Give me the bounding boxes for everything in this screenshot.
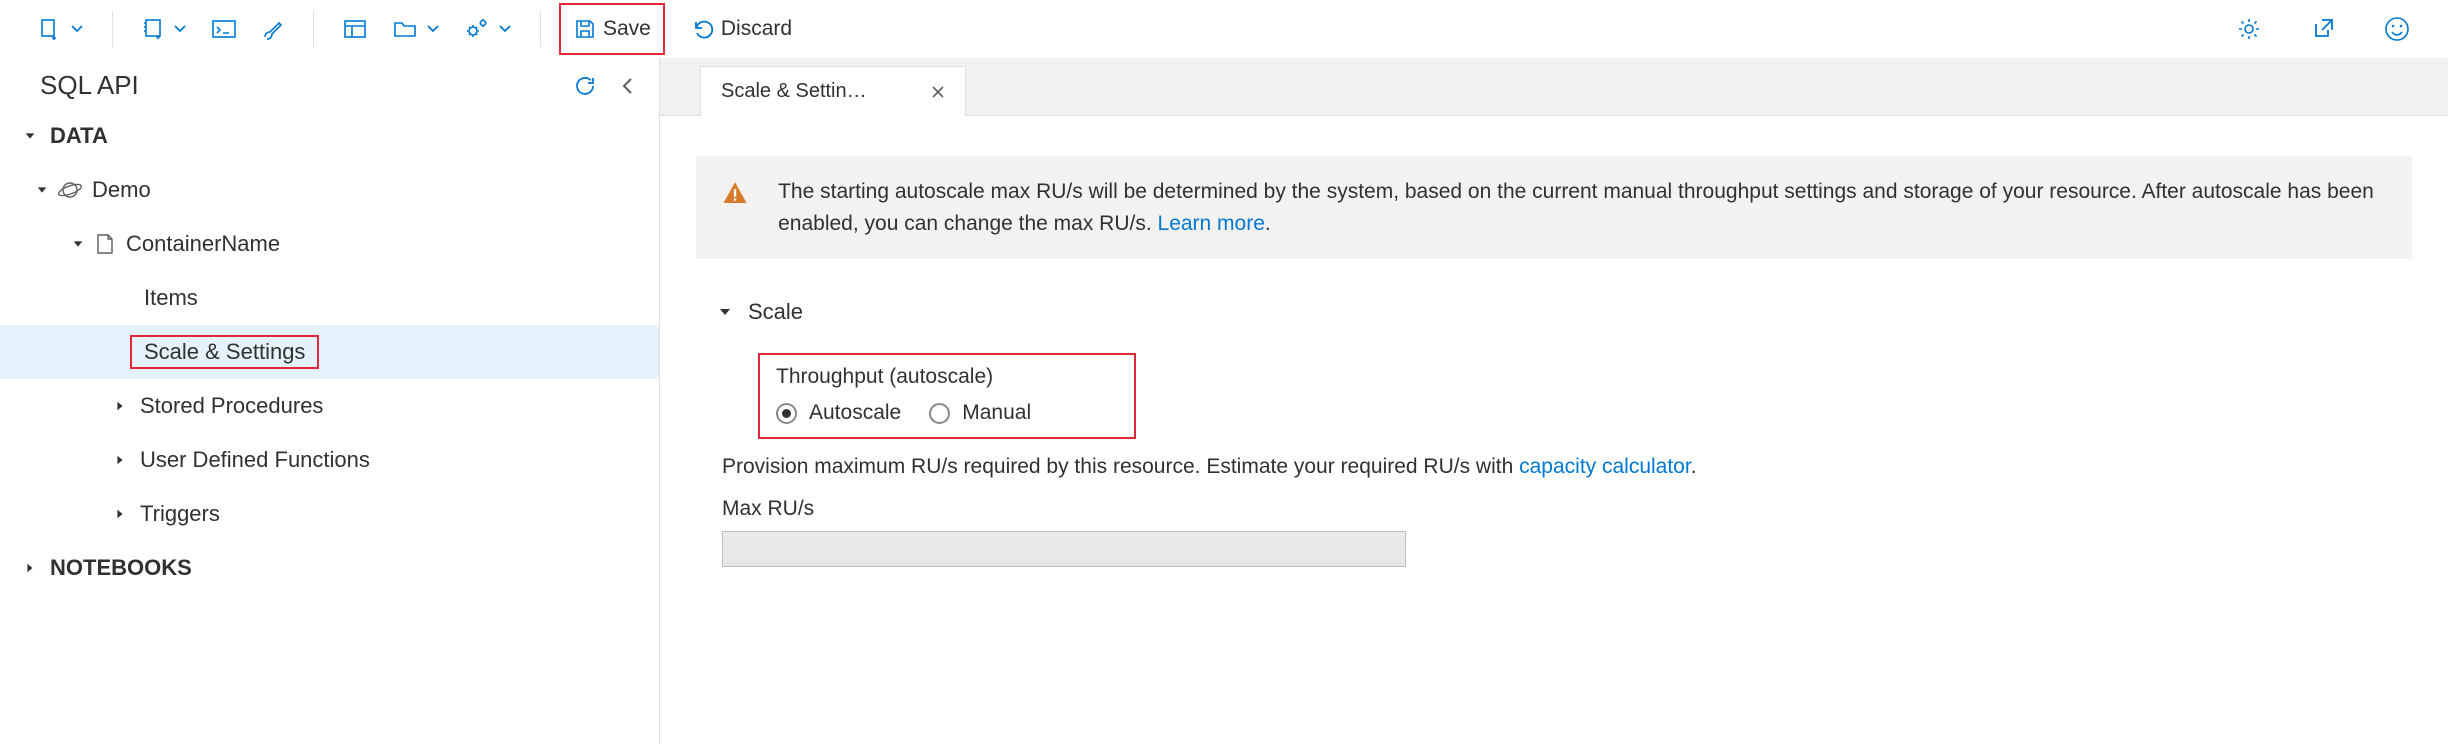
sidebar-title: SQL API (40, 70, 139, 101)
node-label: Demo (92, 177, 151, 203)
open-external-button[interactable] (2300, 9, 2346, 49)
undo-icon (691, 17, 715, 41)
leaf-label: Triggers (140, 501, 220, 527)
console-icon (211, 17, 237, 41)
close-icon (931, 85, 945, 99)
console-button[interactable] (201, 9, 247, 49)
new-item-button[interactable] (28, 9, 94, 49)
toolbar-separator (112, 11, 113, 47)
node-label: ContainerName (126, 231, 280, 257)
settings-button[interactable] (2226, 9, 2272, 49)
layout-button[interactable] (332, 9, 378, 49)
layout-icon (342, 17, 368, 41)
caret-down-icon (72, 237, 84, 251)
radio-label: Manual (962, 401, 1031, 425)
toolbar-separator (540, 11, 541, 47)
sidebar-node-container[interactable]: ContainerName (0, 217, 659, 271)
leaf-label: User Defined Functions (140, 447, 370, 473)
tab-scale-settings[interactable]: Scale & Settin… (700, 66, 966, 116)
info-text: The starting autoscale max RU/s will be … (778, 176, 2386, 239)
provision-text-a: Provision maximum RU/s required by this … (722, 455, 1519, 478)
capacity-calculator-link[interactable]: capacity calculator (1519, 455, 1691, 478)
collapse-button[interactable] (619, 77, 637, 95)
notebook-add-button[interactable] (131, 9, 197, 49)
external-icon (2310, 16, 2336, 42)
tab-label: Scale & Settin… (721, 80, 867, 103)
throughput-manual-radio[interactable]: Manual (929, 401, 1031, 425)
caret-right-icon (114, 507, 126, 521)
chevron-down-icon (498, 22, 512, 36)
sidebar-node-demo[interactable]: Demo (0, 163, 659, 217)
caret-down-icon (24, 129, 36, 143)
max-ru-input[interactable] (722, 531, 1406, 567)
radio-icon (929, 403, 950, 424)
sidebar-item-triggers[interactable]: Triggers (0, 487, 659, 541)
refresh-button[interactable] (573, 74, 597, 98)
notebook-plus-icon (141, 17, 165, 41)
info-text-period: . (1265, 212, 1271, 235)
gears-icon (464, 17, 490, 41)
provision-text-b: . (1691, 455, 1697, 478)
caret-down-icon (36, 183, 48, 197)
document-icon (94, 232, 116, 256)
gear-icon (2236, 16, 2262, 42)
provision-text: Provision maximum RU/s required by this … (722, 455, 2412, 479)
radio-icon-selected (776, 403, 797, 424)
feedback-button[interactable] (2374, 9, 2420, 49)
folder-button[interactable] (382, 9, 450, 49)
warning-icon (722, 176, 748, 210)
chevron-left-icon (619, 77, 637, 95)
caret-right-icon (24, 561, 36, 575)
info-text-a: The starting autoscale max RU/s will be … (778, 180, 2374, 235)
folder-icon (392, 17, 418, 41)
planet-icon (58, 178, 82, 202)
info-bar: The starting autoscale max RU/s will be … (696, 156, 2412, 259)
sidebar-category-data[interactable]: DATA (0, 109, 659, 163)
leaf-label: Stored Procedures (140, 393, 323, 419)
tab-close-button[interactable] (931, 85, 945, 99)
sidebar-item-items[interactable]: Items (0, 271, 659, 325)
document-plus-icon (38, 17, 62, 41)
content-pane: Scale & Settin… The starting autoscale m… (660, 58, 2448, 744)
leaf-label: Scale & Settings (144, 339, 305, 364)
radio-label: Autoscale (809, 401, 901, 425)
scale-section-label: Scale (748, 299, 803, 325)
max-ru-label: Max RU/s (722, 497, 2412, 521)
chevron-down-icon (173, 22, 187, 36)
discard-button[interactable]: Discard (681, 9, 802, 49)
toolbar-separator (313, 11, 314, 47)
settings-advanced-button[interactable] (454, 9, 522, 49)
refresh-icon (573, 74, 597, 98)
highlight-box: Scale & Settings (130, 335, 319, 369)
save-icon (573, 17, 597, 41)
caret-down-icon (718, 305, 732, 319)
learn-more-link[interactable]: Learn more (1158, 212, 1265, 235)
throughput-label: Throughput (autoscale) (776, 365, 1118, 389)
discard-label: Discard (721, 17, 792, 41)
category-label: NOTEBOOKS (50, 555, 192, 581)
caret-right-icon (114, 399, 126, 413)
throughput-highlight: Throughput (autoscale) Autoscale Manual (758, 353, 1136, 439)
throughput-autoscale-radio[interactable]: Autoscale (776, 401, 901, 425)
brush-button[interactable] (251, 9, 295, 49)
caret-right-icon (114, 453, 126, 467)
chevron-down-icon (426, 22, 440, 36)
sidebar-item-scale-settings[interactable]: Scale & Settings (0, 325, 659, 379)
leaf-label: Items (144, 285, 198, 311)
chevron-down-icon (70, 22, 84, 36)
smiley-icon (2384, 16, 2410, 42)
brush-icon (261, 17, 285, 41)
sidebar-category-notebooks[interactable]: NOTEBOOKS (0, 541, 659, 595)
save-button-highlight: Save (559, 3, 665, 55)
tab-strip: Scale & Settin… (660, 58, 2448, 116)
sidebar-item-stored-procedures[interactable]: Stored Procedures (0, 379, 659, 433)
save-button[interactable]: Save (573, 9, 651, 49)
save-label: Save (603, 17, 651, 41)
scale-section-header[interactable]: Scale (718, 299, 2412, 325)
category-label: DATA (50, 123, 108, 149)
sidebar: SQL API DATA Demo (0, 58, 660, 744)
sidebar-item-user-defined-functions[interactable]: User Defined Functions (0, 433, 659, 487)
